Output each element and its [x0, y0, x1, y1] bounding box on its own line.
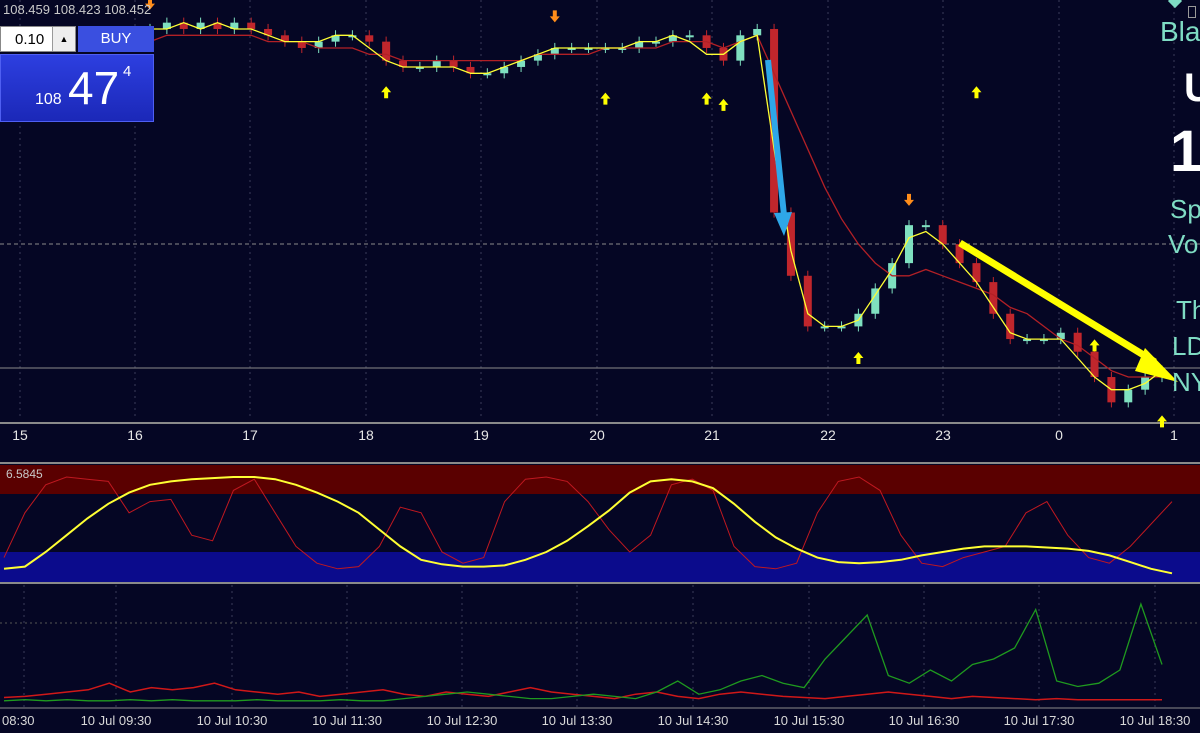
candle-body [753, 28, 762, 36]
volume-green-line [3, 601, 1163, 702]
side-label-th: Th [1176, 295, 1200, 325]
lot-size-value: 0.10 [15, 31, 45, 48]
buy-arrow-icon [853, 352, 864, 365]
side-label-ny: NY [1172, 367, 1200, 397]
time-label: 10 Jul 17:30 [1004, 713, 1075, 728]
signal-arrows [145, 0, 1167, 428]
hour-axis: 15 16 17 18 19 20 21 22 23 0 1 [12, 427, 1178, 443]
side-label-ld: LD [1172, 331, 1200, 361]
ohlc-readout: 108.459 108.423 108.452 [3, 2, 152, 17]
candle-body [365, 35, 374, 42]
hour-label: 0 [1055, 427, 1063, 443]
hour-label: 19 [473, 427, 489, 443]
volume-red-line [3, 682, 1162, 701]
side-label-vo: Vo [1168, 229, 1199, 259]
time-label: 08:30 [2, 713, 35, 728]
candle-body [1124, 389, 1133, 403]
time-label: 10 Jul 12:30 [427, 713, 498, 728]
hour-label: 1 [1170, 427, 1178, 443]
buy-price-box[interactable]: 108 47 4 [0, 54, 154, 122]
time-label: 10 Jul 15:30 [774, 713, 845, 728]
oscillator-value: 6.5845 [6, 467, 43, 481]
hour-label: 22 [820, 427, 836, 443]
side-label-bla: Bla [1160, 16, 1200, 47]
hour-label: 16 [127, 427, 143, 443]
candle-body [921, 225, 930, 228]
buy-arrow-icon [600, 92, 611, 105]
price-pip: 4 [123, 63, 132, 80]
side-label-1: 1 [1170, 119, 1200, 184]
buy-arrow-icon [718, 98, 729, 111]
sell-arrow-icon [549, 10, 560, 23]
lot-stepper-up-icon[interactable]: ▲ [52, 27, 75, 51]
price-prefix: 108 [35, 91, 62, 108]
candle-body [449, 60, 458, 67]
one-click-trade-panel: 0.10 ▲ BUY 108 47 4 [0, 26, 154, 122]
sell-arrow-icon [904, 193, 914, 206]
hour-label: 21 [704, 427, 720, 443]
hour-label: 18 [358, 427, 374, 443]
buy-arrow-icon [971, 86, 982, 99]
candle-body [432, 60, 441, 67]
time-label: 10 Jul 14:30 [658, 713, 729, 728]
candle-body [1006, 313, 1015, 340]
time-axis: 08:30 10 Jul 09:30 10 Jul 10:30 10 Jul 11:3… [2, 713, 1190, 728]
side-label-u: U [1184, 66, 1200, 110]
time-label: 10 Jul 16:30 [889, 713, 960, 728]
time-label: 10 Jul 13:30 [542, 713, 613, 728]
candle-body [247, 22, 256, 29]
oversold-zone [0, 552, 1200, 582]
candles [146, 17, 1166, 408]
chart-canvas[interactable]: 15 16 17 18 19 20 21 22 23 0 1 08:30 10 Jul 09:30 10… [0, 0, 1200, 733]
candle-body [1073, 332, 1082, 352]
grid [19, 0, 1175, 707]
hour-label: 15 [12, 427, 28, 443]
buy-arrow-icon [381, 86, 392, 99]
candle-body [871, 288, 880, 314]
time-label: 10 Jul 11:30 [312, 713, 382, 728]
hour-label: 23 [935, 427, 951, 443]
buy-arrow-icon [1157, 415, 1167, 428]
side-label-sp: Sp [1170, 194, 1200, 224]
candle-body [989, 282, 998, 314]
candle-body [685, 35, 694, 38]
time-label: 10 Jul 10:30 [197, 713, 268, 728]
time-label: 10 Jul 09:30 [81, 713, 152, 728]
candle-body [1056, 332, 1065, 340]
buy-arrow-icon [1089, 339, 1100, 352]
candle-body [736, 35, 745, 61]
buy-button[interactable]: BUY [78, 26, 154, 52]
hour-label: 17 [242, 427, 258, 443]
buy-arrow-icon [701, 92, 712, 105]
lot-size-field[interactable]: 0.10 ▲ [0, 26, 76, 52]
time-label: 10 Jul 18:30 [1120, 713, 1191, 728]
hour-label: 20 [589, 427, 605, 443]
yellow-trend-arrow [958, 240, 1157, 365]
price-main: 47 [68, 62, 120, 114]
